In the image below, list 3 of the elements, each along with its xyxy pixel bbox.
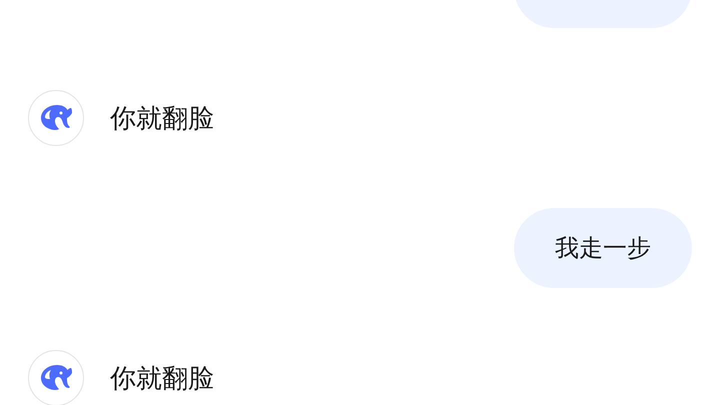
message-text: 你就翻脸: [110, 362, 214, 396]
message-bubble: 我走一步: [514, 208, 692, 288]
message-text: 你就翻脸: [110, 102, 214, 136]
